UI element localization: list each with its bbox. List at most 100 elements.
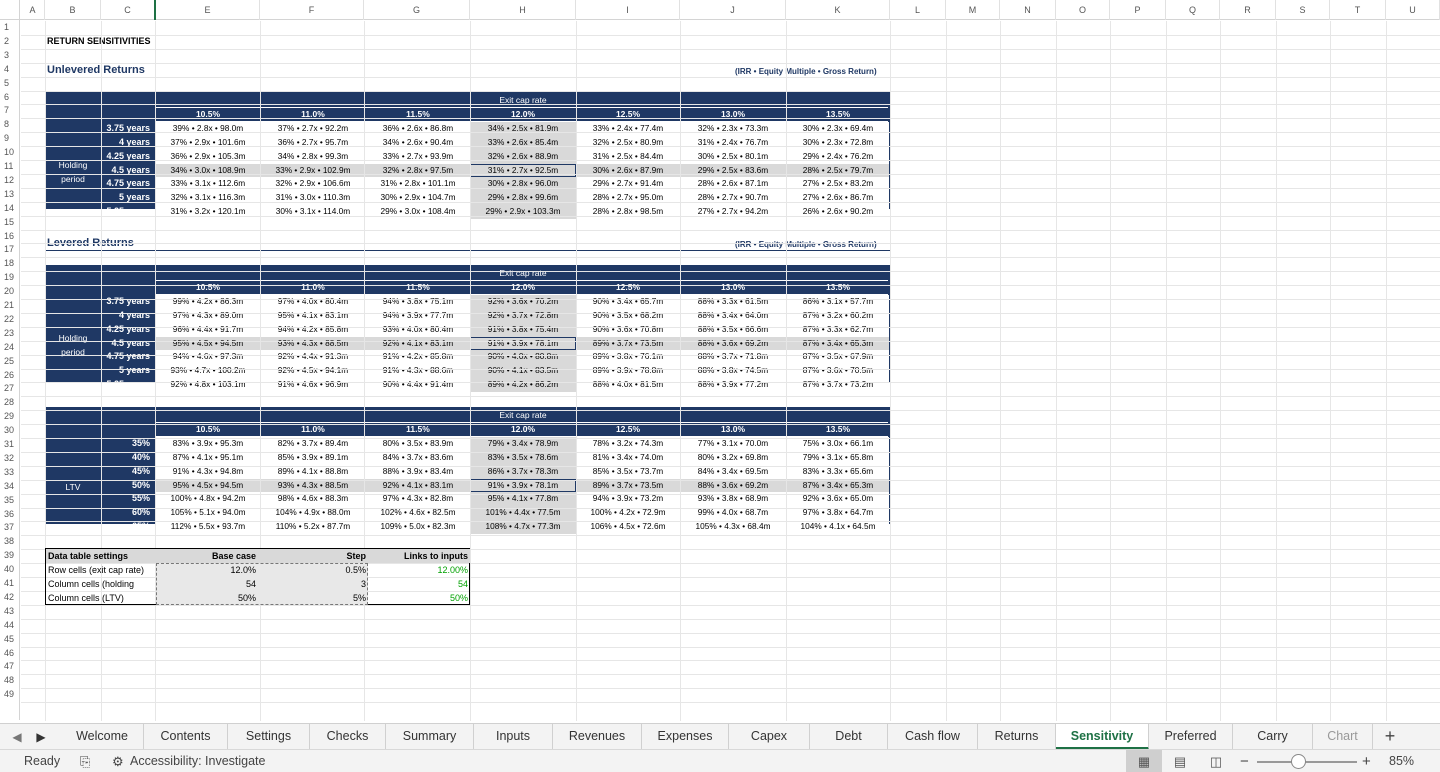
- tab-chart[interactable]: Chart: [1313, 724, 1373, 750]
- ltv-cell[interactable]: 101% • 4.4x • 77.5m: [471, 507, 575, 517]
- levered-cell[interactable]: 94% • 4.2x • 85.8m: [261, 324, 365, 334]
- levered-cell[interactable]: 88% • 3.9x • 77.2m: [681, 379, 785, 389]
- levered-cell[interactable]: 91% • 3.9x • 78.1m: [471, 338, 575, 348]
- tab-cash-flow[interactable]: Cash flow: [888, 724, 978, 750]
- row-header-20[interactable]: 20: [0, 286, 20, 296]
- settings-link-value[interactable]: 54: [368, 577, 468, 591]
- ltv-cell[interactable]: 95% • 4.1x • 77.8m: [471, 493, 575, 503]
- levered-cell[interactable]: 91% • 4.3x • 88.6m: [366, 365, 470, 375]
- tab-carry[interactable]: Carry: [1233, 724, 1313, 750]
- levered-cell[interactable]: 99% • 4.2x • 86.3m: [156, 296, 260, 306]
- row-header-18[interactable]: 18: [0, 258, 20, 268]
- row-header-30[interactable]: 30: [0, 425, 20, 435]
- ltv-cell[interactable]: 89% • 4.1x • 88.8m: [261, 466, 365, 476]
- ltv-cell[interactable]: 83% • 3.5x • 78.6m: [471, 452, 575, 462]
- worksheet-grid[interactable]: RETURN SENSITIVITIES Unlevered Returns (…: [21, 21, 1440, 721]
- row-header-47[interactable]: 47: [0, 661, 20, 671]
- page-break-view-icon[interactable]: ◫: [1198, 750, 1234, 772]
- row-header-9[interactable]: 9: [0, 133, 20, 143]
- row-header-45[interactable]: 45: [0, 634, 20, 644]
- tab-summary[interactable]: Summary: [386, 724, 474, 750]
- row-header-35[interactable]: 35: [0, 495, 20, 505]
- ltv-cell[interactable]: 98% • 4.6x • 88.3m: [261, 493, 365, 503]
- levered-cell[interactable]: 89% • 3.8x • 76.1m: [576, 351, 680, 361]
- next-sheet-arrow-icon[interactable]: ▶: [32, 724, 50, 750]
- column-header-A[interactable]: A: [21, 0, 45, 20]
- levered-cell[interactable]: 94% • 4.6x • 97.3m: [156, 351, 260, 361]
- column-header-N[interactable]: N: [1000, 0, 1056, 20]
- row-header-38[interactable]: 38: [0, 536, 20, 546]
- row-header-3[interactable]: 3: [0, 50, 20, 60]
- tab-sensitivity[interactable]: Sensitivity: [1056, 724, 1149, 750]
- levered-cell[interactable]: 91% • 3.8x • 75.4m: [471, 324, 575, 334]
- row-header-37[interactable]: 37: [0, 522, 20, 532]
- row-header-5[interactable]: 5: [0, 78, 20, 88]
- levered-cell[interactable]: 93% • 4.3x • 88.5m: [261, 338, 365, 348]
- levered-cell[interactable]: 87% • 3.2x • 60.2m: [786, 310, 890, 320]
- row-header-28[interactable]: 28: [0, 397, 20, 407]
- row-header-43[interactable]: 43: [0, 606, 20, 616]
- levered-cell[interactable]: 88% • 4.0x • 81.5m: [576, 379, 680, 389]
- ltv-cell[interactable]: 79% • 3.1x • 65.8m: [786, 452, 890, 462]
- row-header-4[interactable]: 4: [0, 64, 20, 74]
- row-header-23[interactable]: 23: [0, 328, 20, 338]
- row-header-41[interactable]: 41: [0, 578, 20, 588]
- ltv-cell[interactable]: 106% • 4.5x • 72.6m: [576, 521, 680, 531]
- column-header-T[interactable]: T: [1330, 0, 1386, 20]
- ltv-cell[interactable]: 95% • 4.5x • 94.5m: [156, 480, 260, 490]
- ltv-cell[interactable]: 100% • 4.2x • 72.9m: [576, 507, 680, 517]
- levered-cell[interactable]: 97% • 4.3x • 89.0m: [156, 310, 260, 320]
- row-header-21[interactable]: 21: [0, 300, 20, 310]
- tab-preferred[interactable]: Preferred: [1149, 724, 1233, 750]
- row-header-11[interactable]: 11: [0, 161, 20, 171]
- levered-cell[interactable]: 90% • 4.0x • 80.8m: [471, 351, 575, 361]
- row-header-31[interactable]: 31: [0, 439, 20, 449]
- row-header-26[interactable]: 26: [0, 370, 20, 380]
- ltv-cell[interactable]: 92% • 3.6x • 65.0m: [786, 493, 890, 503]
- row-header-1[interactable]: 1: [0, 22, 20, 32]
- ltv-cell[interactable]: 84% • 3.7x • 83.6m: [366, 452, 470, 462]
- row-header-2[interactable]: 2: [0, 36, 20, 46]
- row-header-19[interactable]: 19: [0, 272, 20, 282]
- page-layout-view-icon[interactable]: ▤: [1162, 750, 1198, 772]
- ltv-cell[interactable]: 82% • 3.7x • 89.4m: [261, 438, 365, 448]
- ltv-cell[interactable]: 91% • 4.3x • 94.8m: [156, 466, 260, 476]
- levered-cell[interactable]: 88% • 3.7x • 71.8m: [681, 351, 785, 361]
- macro-recording-icon[interactable]: ⎘: [80, 750, 90, 772]
- tab-returns[interactable]: Returns: [978, 724, 1056, 750]
- levered-cell[interactable]: 95% • 4.1x • 83.1m: [261, 310, 365, 320]
- levered-cell[interactable]: 96% • 4.4x • 91.7m: [156, 324, 260, 334]
- levered-cell[interactable]: 90% • 3.6x • 70.8m: [576, 324, 680, 334]
- ltv-cell[interactable]: 104% • 4.1x • 64.5m: [786, 521, 890, 531]
- row-header-36[interactable]: 36: [0, 509, 20, 519]
- accessibility-status[interactable]: Accessibility: Investigate: [130, 750, 265, 772]
- ltv-cell[interactable]: 87% • 3.4x • 65.3m: [786, 480, 890, 490]
- levered-cell[interactable]: 92% • 3.6x • 70.2m: [471, 296, 575, 306]
- tab-settings[interactable]: Settings: [228, 724, 310, 750]
- settings-step-value[interactable]: 3: [258, 577, 366, 591]
- levered-cell[interactable]: 89% • 4.2x • 86.2m: [471, 379, 575, 389]
- column-header-J[interactable]: J: [680, 0, 786, 20]
- ltv-cell[interactable]: 83% • 3.9x • 95.3m: [156, 438, 260, 448]
- ltv-cell[interactable]: 85% • 3.9x • 89.1m: [261, 452, 365, 462]
- ltv-cell[interactable]: 93% • 3.8x • 68.9m: [681, 493, 785, 503]
- levered-cell[interactable]: 95% • 4.5x • 94.5m: [156, 338, 260, 348]
- row-header-13[interactable]: 13: [0, 189, 20, 199]
- column-header-F[interactable]: F: [260, 0, 364, 20]
- levered-cell[interactable]: 88% • 3.8x • 74.5m: [681, 365, 785, 375]
- levered-cell[interactable]: 87% • 3.4x • 65.3m: [786, 338, 890, 348]
- levered-cell[interactable]: 93% • 4.7x • 100.2m: [156, 365, 260, 375]
- settings-step-value[interactable]: 0.5%: [258, 563, 366, 577]
- ltv-cell[interactable]: 108% • 4.7x • 77.3m: [471, 521, 575, 531]
- row-header-42[interactable]: 42: [0, 592, 20, 602]
- row-header-48[interactable]: 48: [0, 675, 20, 685]
- levered-cell[interactable]: 86% • 3.1x • 57.7m: [786, 296, 890, 306]
- ltv-cell[interactable]: 112% • 5.5x • 93.7m: [156, 521, 260, 531]
- ltv-cell[interactable]: 87% • 4.1x • 95.1m: [156, 452, 260, 462]
- settings-link-value[interactable]: 12.00%: [368, 563, 468, 577]
- ltv-cell[interactable]: 88% • 3.9x • 83.4m: [366, 466, 470, 476]
- ltv-cell[interactable]: 77% • 3.1x • 70.0m: [681, 438, 785, 448]
- column-header-R[interactable]: R: [1220, 0, 1276, 20]
- zoom-level[interactable]: 85%: [1389, 750, 1414, 772]
- row-header-7[interactable]: 7: [0, 105, 20, 115]
